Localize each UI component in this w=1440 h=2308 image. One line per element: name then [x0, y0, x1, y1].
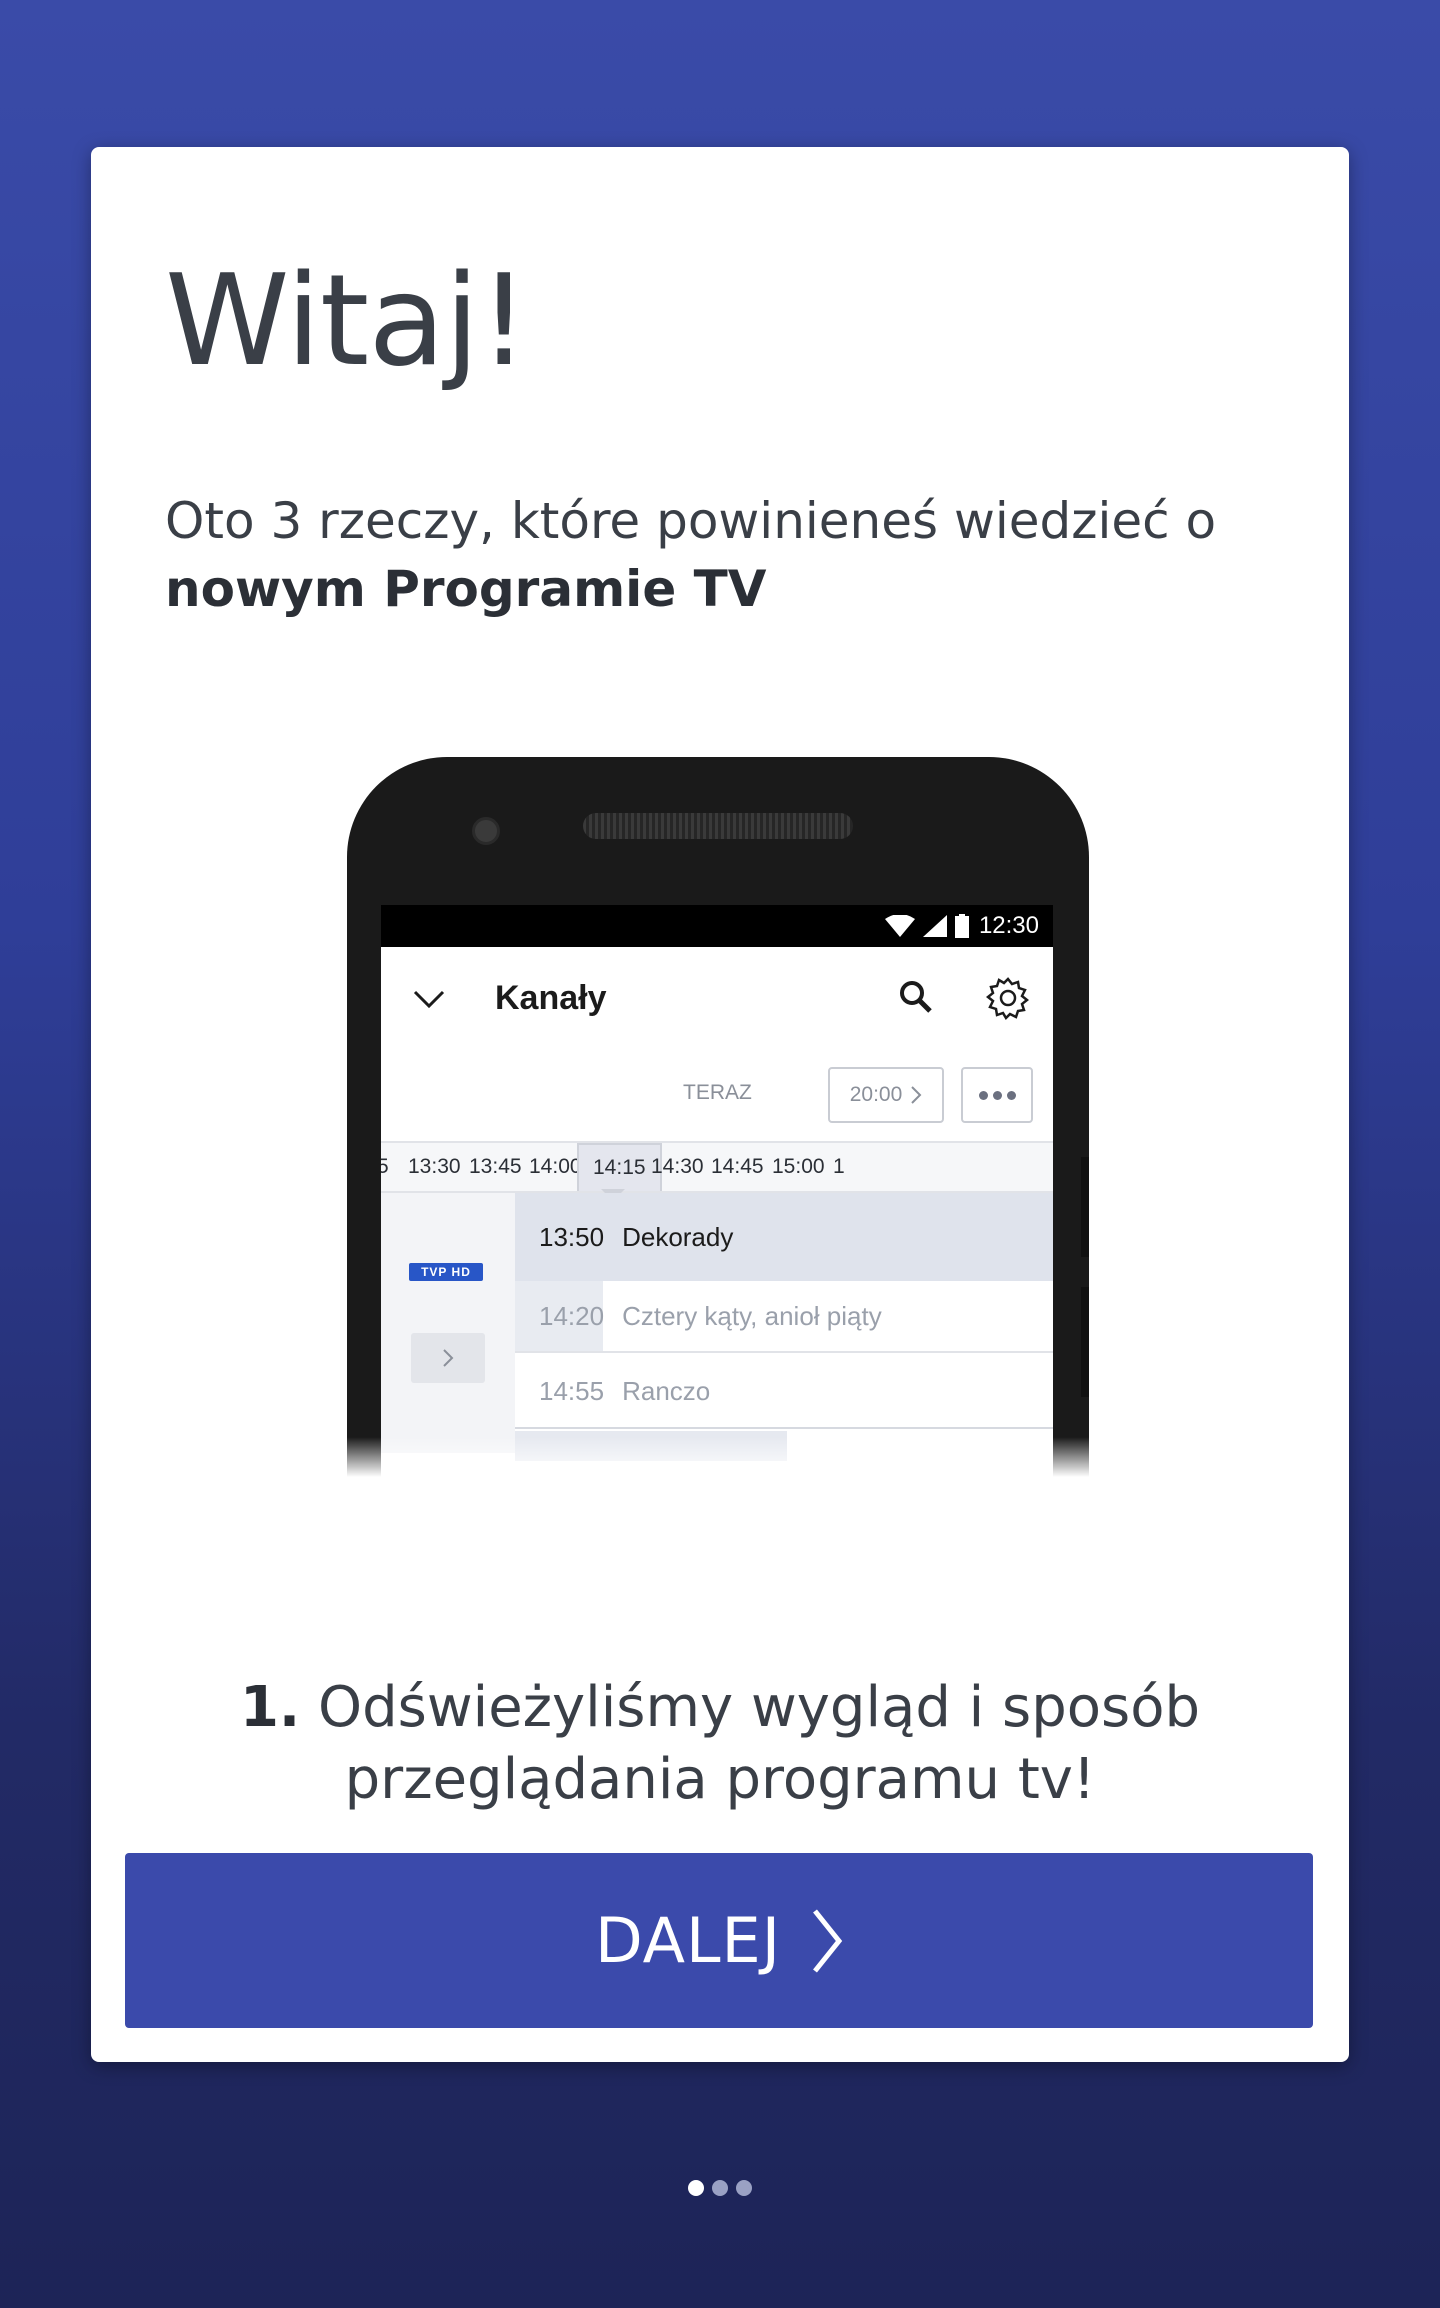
- page-dot-active[interactable]: [688, 2180, 704, 2196]
- time-button-label: 20:00: [849, 1083, 903, 1106]
- next-button-label: DALEJ: [594, 1904, 782, 1977]
- page-title: Witaj!: [165, 247, 529, 394]
- program-time: 14:20: [539, 1300, 605, 1331]
- phone-speaker: [583, 813, 853, 839]
- status-time: 12:30: [978, 912, 1039, 939]
- status-bar: 12:30: [381, 905, 1053, 947]
- program-row: 14:55 Ranczo: [515, 1355, 1053, 1429]
- intro-line: Oto 3 rzeczy, które powinieneś wiedzieć …: [165, 492, 1217, 550]
- timeline: 5 13:30 13:45 14:00 14:15 14:30 14:45 15…: [381, 1141, 1053, 1201]
- page-dot[interactable]: [736, 2180, 752, 2196]
- chevron-right-icon: [813, 1908, 843, 1973]
- battery-icon: [954, 914, 969, 938]
- program-time: 14:55: [539, 1375, 605, 1406]
- channel-logo: TVP HD: [409, 1263, 483, 1281]
- timeline-tick: 14:00: [529, 1155, 582, 1178]
- step-description: 1. Odświeżyliśmy wygląd i sposób przeglą…: [91, 1672, 1349, 1816]
- intro-text: Oto 3 rzeczy, które powinieneś wiedzieć …: [165, 487, 1285, 623]
- timeline-tick: 13:30: [408, 1155, 461, 1178]
- more-dot: [992, 1090, 1002, 1100]
- program-row-partial: [515, 1431, 787, 1461]
- app-bar: Kanały: [381, 947, 1053, 1049]
- timeline-tick: 13:45: [469, 1155, 522, 1178]
- program-row: 13:50 Dekorady: [515, 1193, 1053, 1281]
- phone-illustration: 12:30 Kanały TERAZ 20:00 5 13:30 13:45 1…: [347, 757, 1089, 1477]
- page-dot[interactable]: [712, 2180, 728, 2196]
- program-row: 14:20 Cztery kąty, anioł piąty: [515, 1281, 1053, 1353]
- chevron-right-icon: [911, 1086, 922, 1104]
- more-dot: [978, 1090, 988, 1100]
- now-label: TERAZ: [683, 1081, 752, 1104]
- program-time: 13:50: [539, 1221, 605, 1252]
- time-button: 20:00: [828, 1067, 944, 1123]
- timeline-tick: 1: [833, 1155, 845, 1178]
- phone-camera: [472, 817, 500, 845]
- timeline-tick: 5: [381, 1155, 389, 1178]
- phone-side-button: [1081, 1287, 1089, 1397]
- welcome-card: Witaj! Oto 3 rzeczy, które powinieneś wi…: [91, 147, 1349, 2062]
- signal-icon: [922, 915, 947, 937]
- chevron-down-icon: [413, 990, 445, 1009]
- channel-column: TVP HD: [381, 1193, 515, 1453]
- status-icons: [884, 914, 969, 938]
- filter-row: TERAZ 20:00: [381, 1049, 1053, 1141]
- wifi-icon: [884, 915, 915, 937]
- intro-bold: nowym Programie TV: [165, 560, 767, 618]
- step-number: 1.: [239, 1675, 301, 1740]
- timeline-tick: 14:45: [711, 1155, 764, 1178]
- gear-icon: [985, 977, 1030, 1021]
- step-text: Odświeżyliśmy wygląd i sposób przeglądan…: [318, 1675, 1201, 1812]
- timeline-tick-active: 14:15: [577, 1143, 662, 1191]
- search-icon: [900, 981, 932, 1013]
- phone-side-button: [1081, 1157, 1089, 1257]
- channel-next-button: [411, 1333, 485, 1383]
- chevron-right-icon: [443, 1349, 454, 1367]
- program-list: TVP HD 13:50 Dekorady 14:20 Cztery kąty,…: [381, 1193, 1053, 1477]
- next-button[interactable]: DALEJ: [125, 1853, 1313, 2028]
- phone-screen: 12:30 Kanały TERAZ 20:00 5 13:30 13:45 1…: [381, 905, 1053, 1477]
- program-title: Ranczo: [622, 1375, 711, 1406]
- more-dot: [1006, 1090, 1016, 1100]
- page-indicator: [0, 2180, 1440, 2196]
- timeline-tick: 14:30: [651, 1155, 704, 1178]
- program-title: Cztery kąty, anioł piąty: [622, 1300, 882, 1331]
- more-button: [961, 1067, 1033, 1123]
- program-title: Dekorady: [622, 1221, 734, 1252]
- timeline-tick: 15:00: [772, 1155, 825, 1178]
- app-bar-title: Kanały: [495, 978, 607, 1017]
